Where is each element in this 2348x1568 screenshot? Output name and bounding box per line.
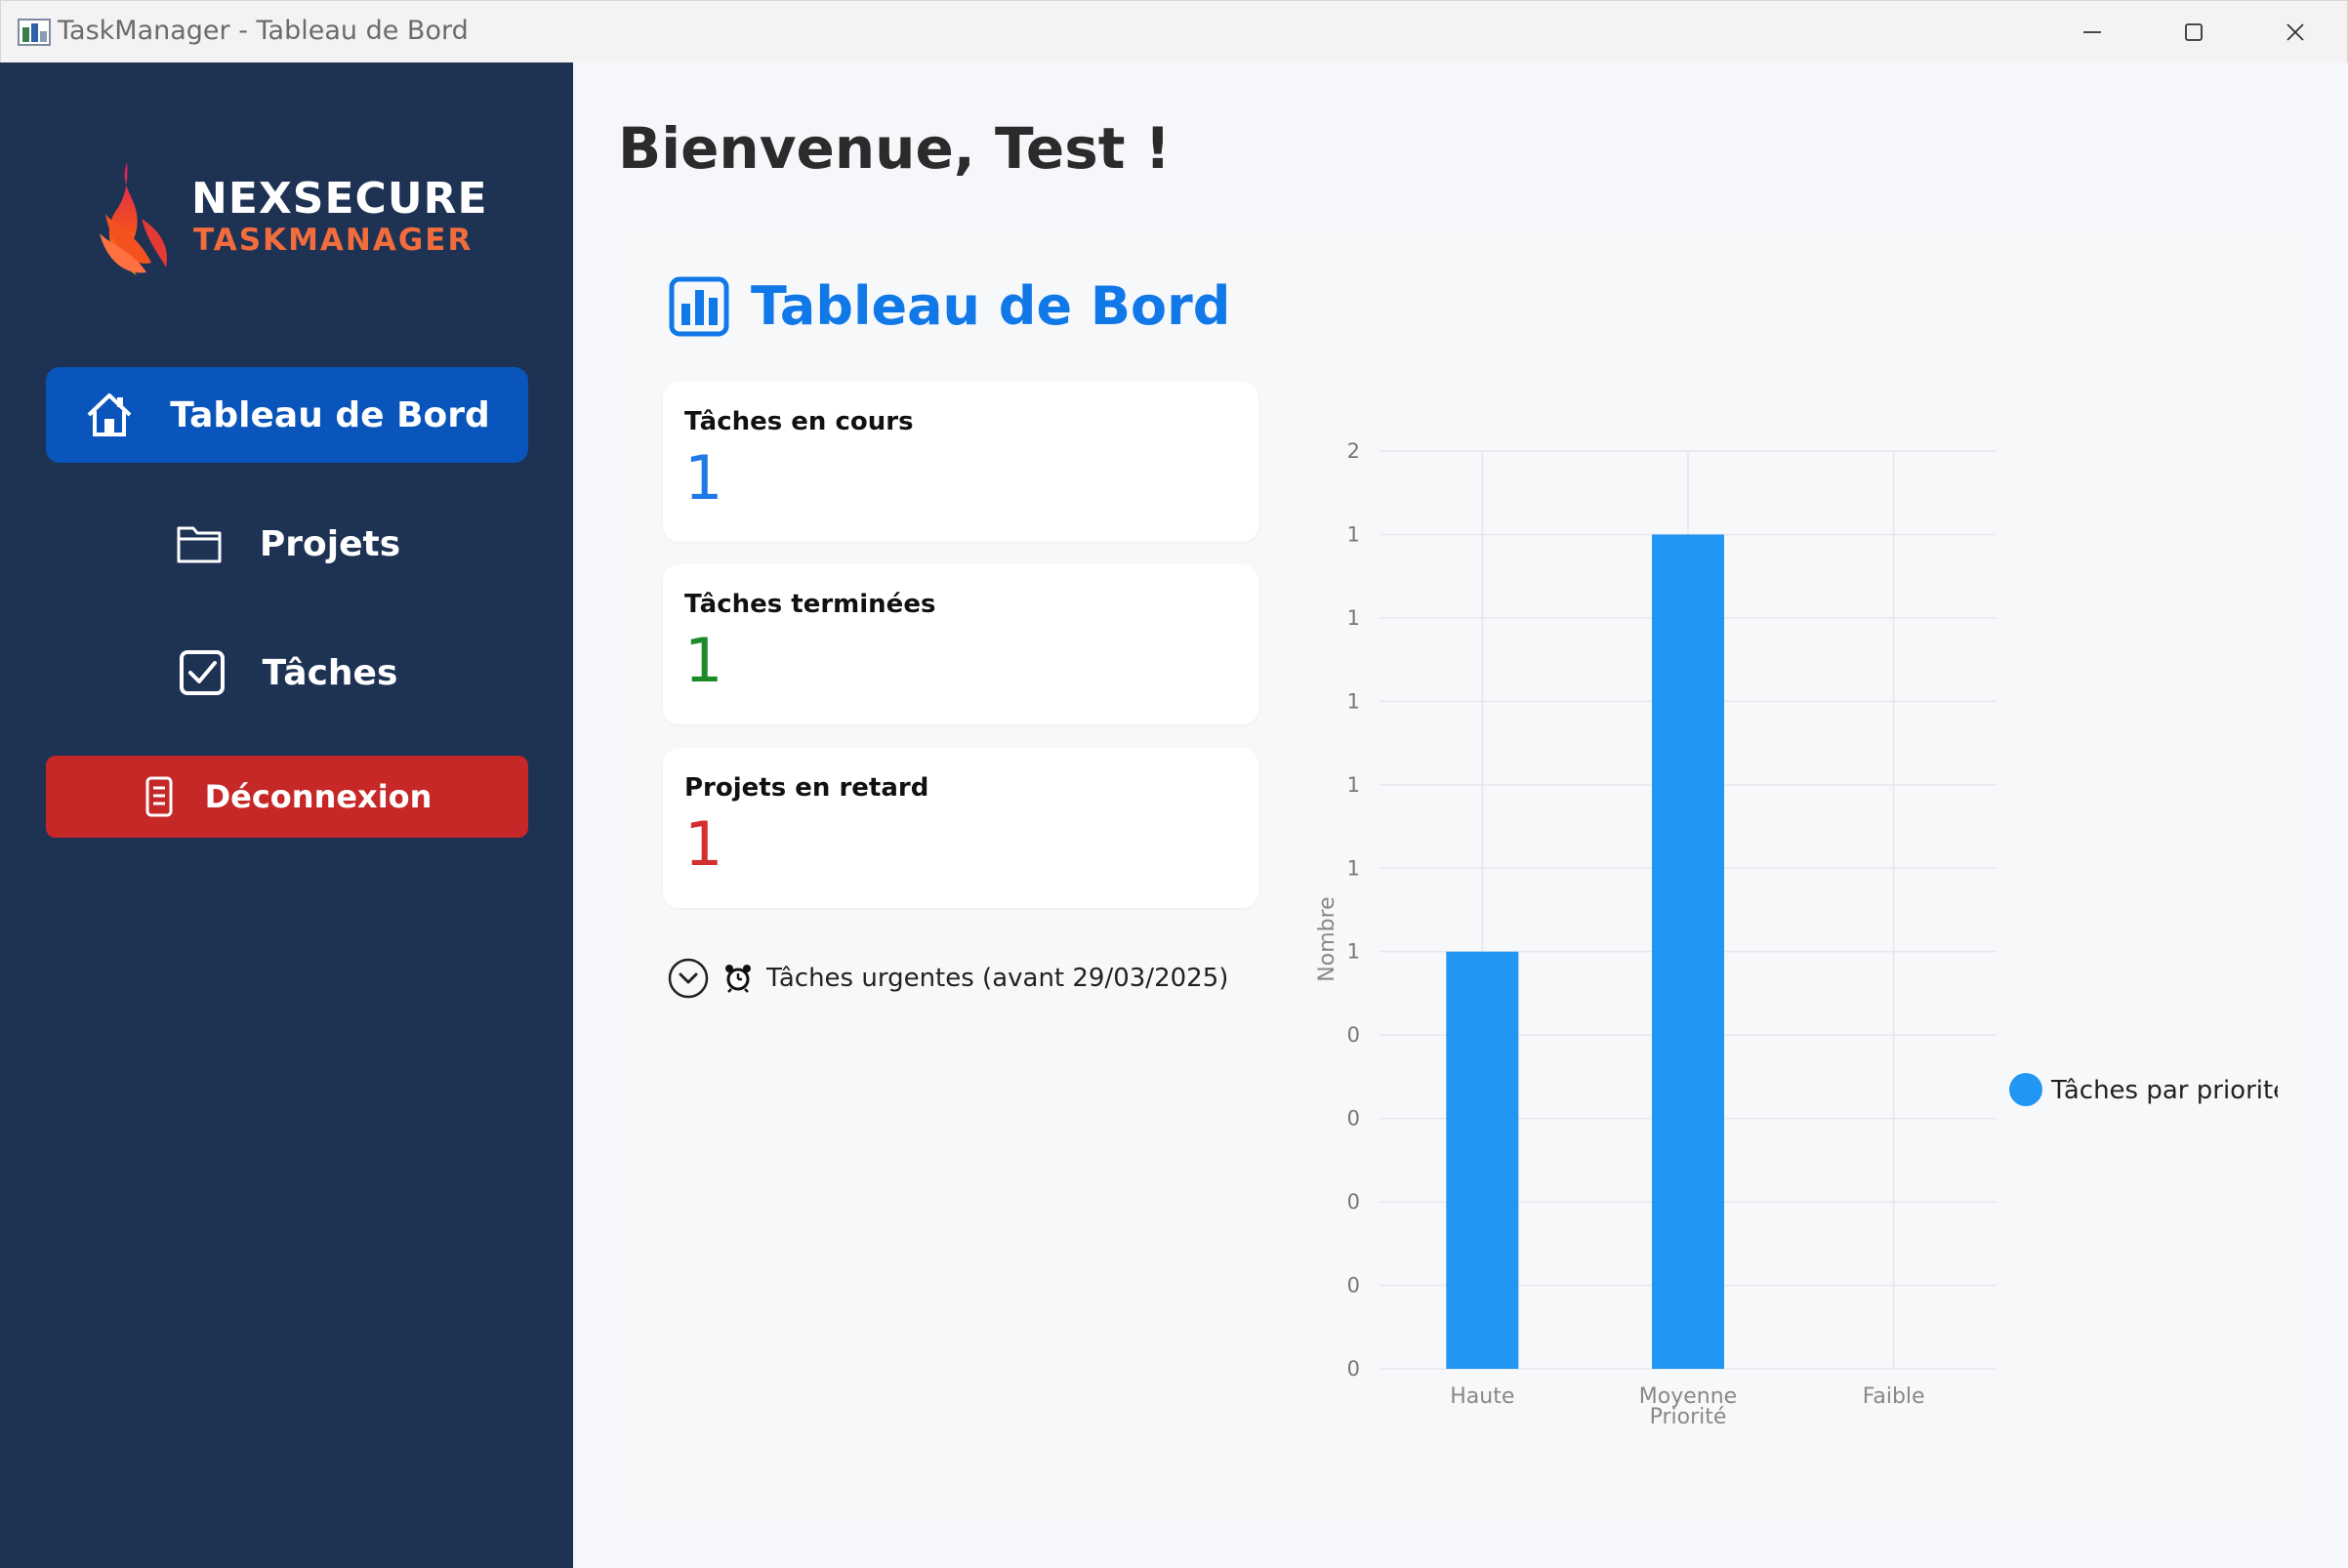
y-tick-label: 0 [1347,1107,1360,1131]
main-content: Bienvenue, Test ! Tableau de Bord Tâches… [573,62,2348,1568]
stat-value: 1 [684,625,723,696]
stat-label: Tâches en cours [684,407,914,436]
legend-label: Tâches par priorité [2050,1076,2278,1105]
sidebar-item-label: Tableau de Bord [170,394,490,435]
y-axis-title: Nombre [1315,896,1339,981]
app-icon [18,19,51,46]
y-tick-label: 0 [1347,1357,1360,1381]
close-icon [2286,23,2304,41]
priority-bar-chart: 000001111112Haute Moyenne FaiblePrioritéNo… [1315,439,2278,1429]
y-tick-label: 1 [1347,689,1360,713]
y-tick-label: 1 [1347,773,1360,797]
y-tick-label: 2 [1347,439,1360,463]
window-titlebar: TaskManager - Tableau de Bord [0,0,2348,62]
logo-title: NEXSECURE [191,174,488,224]
legend-marker [2009,1073,2042,1106]
stat-label: Projets en retard [684,773,929,803]
dashboard-panel: Tableau de Bord Tâches en cours 1 Tâches… [618,227,2306,1525]
logout-button[interactable]: Déconnexion [46,756,528,838]
sidebar-item-taches[interactable]: Tâches [46,625,528,721]
y-tick-label: 1 [1347,522,1360,546]
y-tick-label: 0 [1347,1023,1360,1047]
bar [1446,951,1519,1369]
window-title: TaskManager - Tableau de Bord [58,16,469,46]
sidebar-item-label: Projets [259,523,401,564]
stat-card-completed: Tâches terminées 1 [663,564,1258,724]
x-axis-title: Priorité [1650,1405,1727,1429]
flame-logo-icon [100,162,167,275]
logo-subtitle: TASKMANAGER [193,223,474,258]
stat-label: Tâches terminées [684,590,936,619]
panel-title-text: Tableau de Bord [751,275,1231,337]
minimize-button[interactable] [2041,1,2143,63]
logout-icon [143,771,176,822]
sidebar: NEXSECURE TASKMANAGER Tableau de Bord Pr… [0,62,573,1568]
checkbox-icon [177,647,227,698]
minimize-icon [2083,31,2101,33]
x-tick-label: Faible [1863,1384,1925,1409]
urgent-tasks-label: Tâches urgentes (avant 29/03/2025) [766,964,1229,993]
app-logo: NEXSECURE TASKMANAGER [98,160,488,336]
stat-card-in-progress: Tâches en cours 1 [663,382,1258,542]
y-tick-label: 1 [1347,940,1360,964]
home-icon [84,390,135,440]
folder-icon [174,518,225,569]
stat-value: 1 [684,442,723,514]
panel-title: Tableau de Bord [669,275,1230,337]
urgent-tasks-toggle[interactable]: Tâches urgentes (avant 29/03/2025) [667,957,1228,1000]
stat-value: 1 [684,808,723,880]
close-button[interactable] [2245,1,2346,63]
y-tick-label: 1 [1347,856,1360,880]
bar-chart-icon [669,276,729,336]
y-tick-label: 0 [1347,1274,1360,1298]
bar [1652,534,1724,1369]
y-tick-label: 1 [1347,606,1360,630]
chevron-down-icon [668,958,709,999]
x-tick-label: Haute [1450,1384,1514,1409]
alarm-clock-icon [725,965,751,993]
sidebar-item-label: Tâches [262,652,398,693]
sidebar-item-projets[interactable]: Projets [46,496,528,592]
maximize-button[interactable] [2143,1,2245,63]
y-tick-label: 0 [1347,1190,1360,1214]
page-title: Bienvenue, Test ! [618,115,1172,182]
stat-card-late-projects: Projets en retard 1 [663,748,1258,908]
maximize-icon [2185,23,2203,41]
sidebar-item-dashboard[interactable]: Tableau de Bord [46,367,528,463]
logout-label: Déconnexion [204,778,433,815]
